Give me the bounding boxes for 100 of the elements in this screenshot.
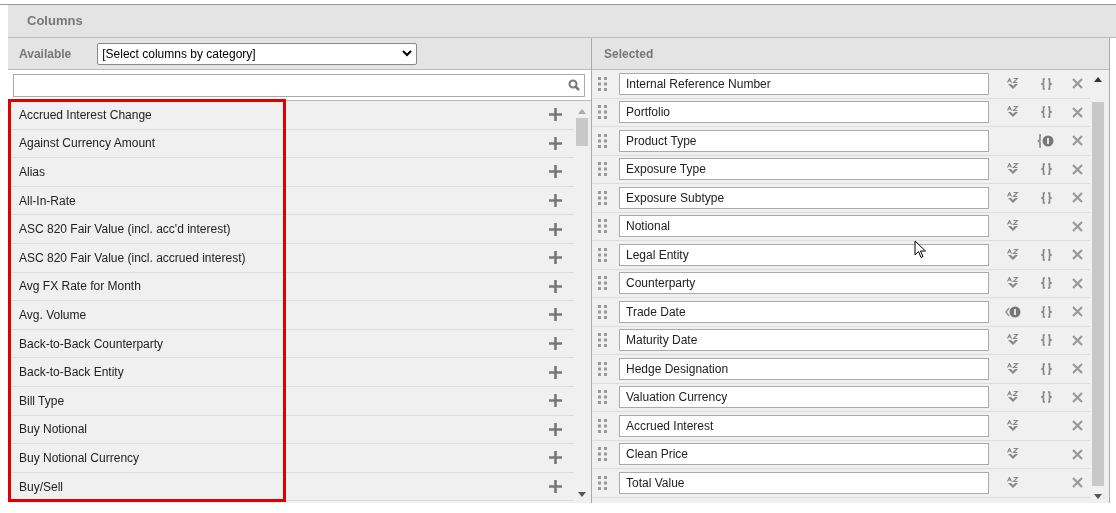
remove-icon[interactable] [1072, 220, 1083, 232]
drag-handle-icon[interactable] [598, 418, 607, 433]
scroll-up-icon[interactable] [1094, 77, 1102, 82]
drag-handle-icon[interactable] [598, 247, 607, 262]
column-name-field[interactable]: Hedge Designation [619, 357, 989, 380]
remove-icon[interactable] [1072, 391, 1083, 403]
remove-icon[interactable] [1072, 78, 1083, 90]
remove-icon[interactable] [1072, 277, 1083, 289]
available-column-item[interactable]: Avg. Volume [8, 301, 574, 330]
braces-icon[interactable] [1039, 163, 1053, 176]
drag-handle-icon[interactable] [598, 361, 607, 376]
remove-icon[interactable] [1072, 249, 1083, 261]
drag-handle-icon[interactable] [598, 219, 607, 234]
column-name-field[interactable]: Exposure Type [619, 158, 989, 181]
available-column-item[interactable]: Bill Type [8, 386, 574, 416]
available-column-item[interactable]: ASC 820 Fair Value (incl. accrued interest) [8, 243, 574, 273]
sort-icon[interactable] [1007, 391, 1019, 404]
drag-handle-icon[interactable] [598, 105, 607, 120]
sort-icon[interactable] [1007, 362, 1019, 375]
column-name-field[interactable]: Legal Entity [619, 243, 989, 266]
available-column-item[interactable]: ASC 820 Fair Value (incl. acc'd interest) [8, 215, 574, 244]
column-name-field[interactable]: Maturity Date [619, 329, 989, 352]
plus-icon[interactable] [549, 308, 562, 322]
plus-icon[interactable] [549, 480, 562, 493]
plus-icon[interactable] [549, 194, 562, 208]
drag-handle-icon[interactable] [598, 304, 607, 319]
remove-icon[interactable] [1072, 306, 1083, 318]
column-name-field[interactable]: Internal Reference Number [619, 72, 989, 95]
column-name-field[interactable]: Total Value [619, 471, 989, 494]
drag-handle-icon[interactable] [598, 76, 607, 91]
drag-handle-icon[interactable] [598, 333, 607, 348]
column-name-field[interactable]: Trade Date [619, 300, 989, 323]
drag-handle-icon[interactable] [598, 447, 607, 462]
remove-icon[interactable] [1072, 448, 1083, 460]
scrollbar-thumb[interactable] [1092, 102, 1104, 486]
sort-icon[interactable] [1007, 248, 1019, 261]
drag-handle-icon[interactable] [598, 475, 607, 490]
sort-icon[interactable] [1007, 448, 1019, 461]
braces-icon[interactable] [1039, 334, 1053, 347]
column-name-field[interactable]: Portfolio [619, 101, 989, 124]
column-name-field[interactable]: Notional [619, 215, 989, 238]
drag-handle-icon[interactable] [598, 133, 607, 148]
column-name-field[interactable]: Counterparty [619, 272, 989, 295]
plus-icon[interactable] [549, 279, 562, 293]
available-column-item[interactable]: Buy Notional Currency [8, 444, 574, 473]
sort-icon[interactable] [1007, 334, 1019, 347]
remove-icon[interactable] [1072, 420, 1083, 432]
remove-icon[interactable] [1072, 106, 1083, 118]
plus-icon[interactable] [549, 165, 562, 179]
available-column-item[interactable]: Back-to-Back Counterparty [8, 329, 574, 359]
scroll-down-icon[interactable] [1094, 494, 1102, 499]
braces-badge-icon[interactable] [1037, 133, 1055, 148]
plus-icon[interactable] [549, 222, 562, 236]
drag-handle-icon[interactable] [598, 276, 607, 291]
column-name-field[interactable]: Accrued Interest [619, 414, 989, 437]
sort-icon[interactable] [1007, 77, 1019, 90]
column-name-field[interactable]: Valuation Currency [619, 386, 989, 409]
sort-icon[interactable] [1007, 106, 1019, 119]
sort-icon[interactable] [1007, 476, 1019, 489]
drag-handle-icon[interactable] [598, 162, 607, 177]
plus-icon[interactable] [549, 422, 562, 436]
available-column-item[interactable]: Back-to-Back Entity [8, 358, 574, 387]
sort-badge-icon[interactable] [1005, 304, 1021, 319]
braces-icon[interactable] [1039, 277, 1053, 290]
remove-icon[interactable] [1072, 363, 1083, 375]
available-column-item[interactable]: Buy Notional [8, 415, 574, 445]
plus-icon[interactable] [549, 365, 562, 379]
plus-icon[interactable] [549, 451, 562, 465]
drag-handle-icon[interactable] [598, 390, 607, 405]
plus-icon[interactable] [549, 394, 562, 408]
scroll-down-icon[interactable] [578, 492, 586, 497]
sort-icon[interactable] [1007, 419, 1019, 432]
drag-handle-icon[interactable] [598, 190, 607, 205]
sort-icon[interactable] [1007, 220, 1019, 233]
column-name-field[interactable]: Exposure Subtype [619, 186, 989, 209]
column-name-field[interactable]: Product Type [619, 129, 989, 152]
braces-icon[interactable] [1039, 191, 1053, 204]
remove-icon[interactable] [1072, 163, 1083, 175]
column-name-field[interactable]: Clean Price [619, 443, 989, 466]
plus-icon[interactable] [549, 337, 562, 351]
plus-icon[interactable] [549, 136, 562, 150]
search-field[interactable] [13, 73, 585, 97]
scrollbar-thumb[interactable] [576, 118, 588, 146]
sort-icon[interactable] [1007, 191, 1019, 204]
braces-icon[interactable] [1039, 391, 1053, 404]
available-column-item[interactable]: Avg FX Rate for Month [8, 272, 574, 302]
available-column-item[interactable]: All-In-Rate [8, 186, 574, 216]
category-dropdown[interactable]: [Select columns by category] [97, 42, 418, 65]
braces-icon[interactable] [1039, 362, 1053, 375]
remove-icon[interactable] [1072, 135, 1083, 147]
braces-icon[interactable] [1039, 106, 1053, 119]
remove-icon[interactable] [1072, 192, 1083, 204]
braces-icon[interactable] [1039, 77, 1053, 90]
available-column-item[interactable]: Accrued Interest Change [8, 101, 574, 130]
sort-icon[interactable] [1007, 163, 1019, 176]
remove-icon[interactable] [1072, 477, 1083, 489]
available-column-item[interactable]: Alias [8, 158, 574, 187]
braces-icon[interactable] [1039, 248, 1053, 261]
available-column-item[interactable]: Buy/Sell [8, 472, 574, 502]
braces-icon[interactable] [1039, 305, 1053, 318]
